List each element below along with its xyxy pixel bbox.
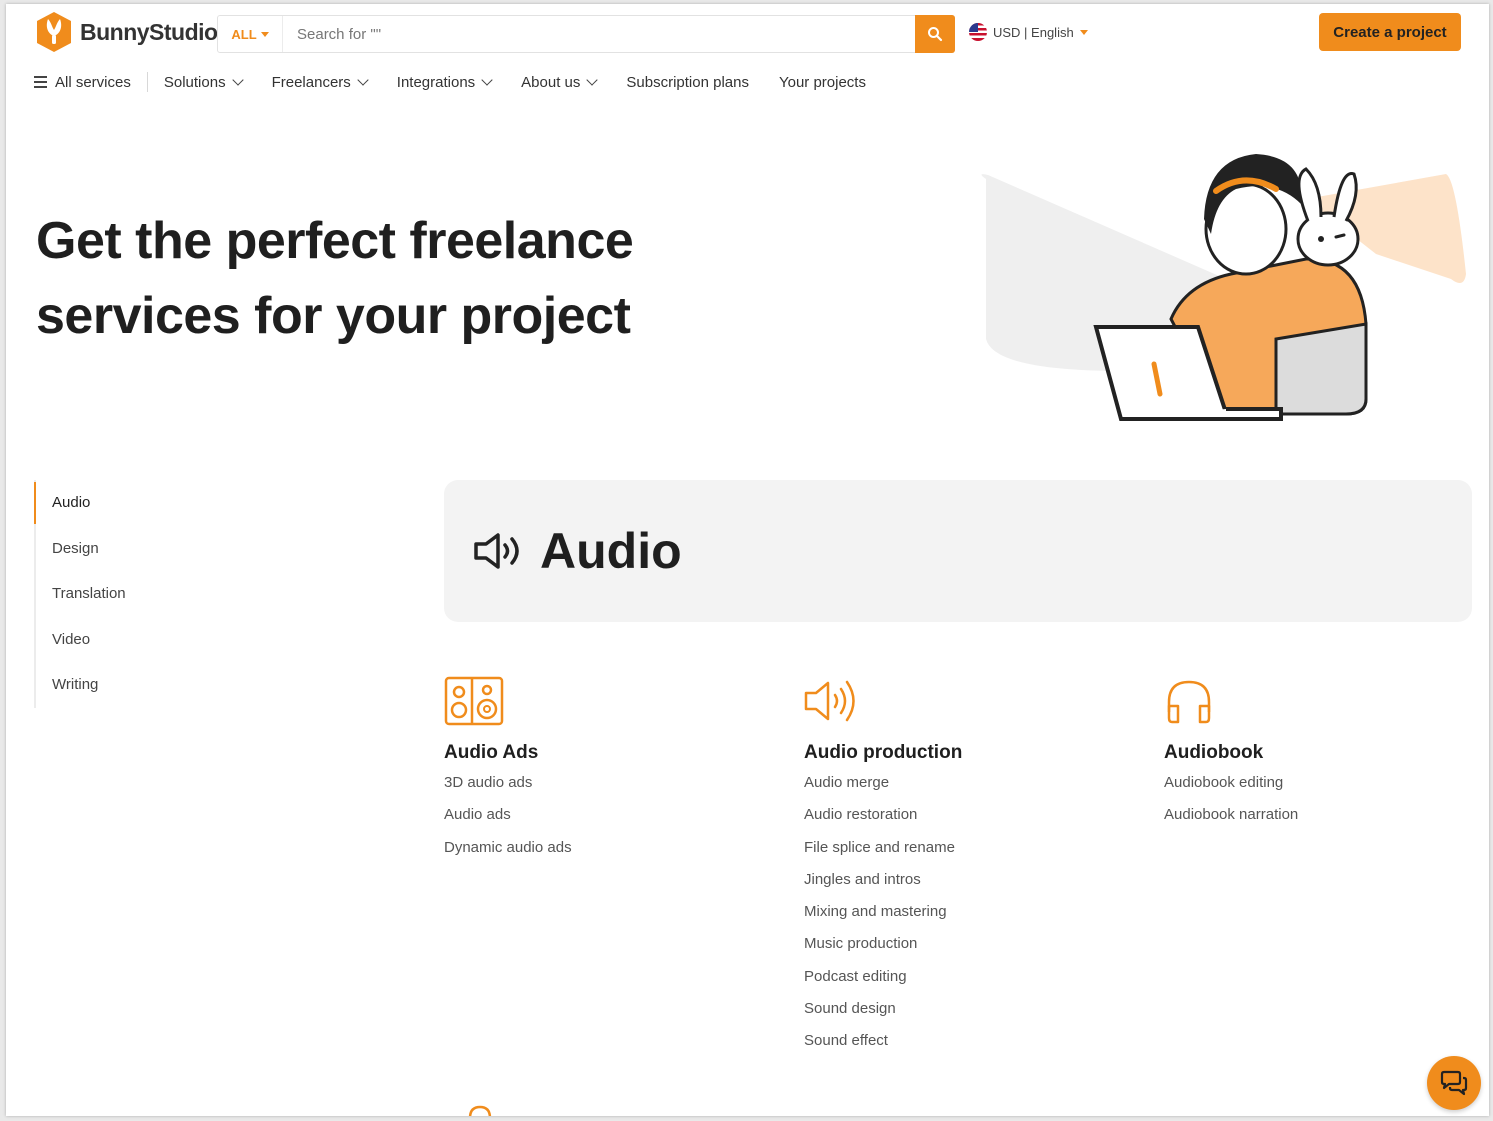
nav-solutions[interactable]: Solutions	[163, 73, 244, 91]
chevron-down-icon	[586, 74, 599, 86]
brand-logo[interactable]: BunnyStudio	[34, 10, 218, 54]
category-tabs: Audio Design Translation Video Writing	[34, 480, 126, 708]
service-group-title[interactable]: Audio production	[804, 739, 962, 767]
service-group-title[interactable]: Audio Ads	[444, 739, 572, 767]
locale-selector[interactable]: USD | English	[969, 23, 1088, 41]
hero-illustration	[981, 154, 1466, 421]
nav-your-projects-label: Your projects	[778, 73, 866, 91]
hero-heading-line-2: services for your project	[36, 287, 631, 345]
category-tab-audio[interactable]: Audio	[34, 480, 126, 526]
service-link[interactable]: Mixing and mastering	[804, 896, 962, 928]
service-link[interactable]: Audio merge	[804, 767, 962, 799]
search-icon	[928, 26, 943, 41]
service-group-title[interactable]: Audiobook	[1164, 739, 1298, 767]
chevron-down-icon	[357, 74, 369, 86]
banner-title: Audio	[540, 523, 682, 579]
nav-freelancers-label: Freelancers	[271, 73, 351, 91]
search-button[interactable]	[915, 14, 955, 53]
search-bar: ALL	[217, 14, 955, 53]
nav-all-services-label: All services	[55, 73, 131, 91]
create-project-button[interactable]: Create a project	[1319, 13, 1461, 51]
nav-freelancers[interactable]: Freelancers	[271, 73, 369, 91]
service-link[interactable]: File splice and rename	[804, 832, 962, 864]
chat-support-button[interactable]	[1427, 1056, 1481, 1110]
service-link[interactable]: Audiobook narration	[1164, 799, 1298, 831]
service-group-audio-ads: Audio Ads 3D audio ads Audio ads Dynamic…	[444, 676, 572, 864]
caret-down-icon	[260, 31, 269, 37]
hero-heading: Get the perfect freelance services for y…	[36, 204, 796, 354]
page: BunnyStudio ALL USD | English Create a p…	[6, 4, 1489, 1116]
category-tab-translation[interactable]: Translation	[36, 571, 126, 617]
service-link[interactable]: Audio restoration	[804, 799, 962, 831]
service-link[interactable]: Music production	[804, 928, 962, 960]
category-tab-writing[interactable]: Writing	[36, 662, 126, 708]
nav-about-us[interactable]: About us	[521, 73, 599, 91]
locale-label: USD | English	[993, 24, 1074, 40]
chevron-down-icon	[481, 74, 493, 86]
search-input[interactable]	[283, 24, 915, 44]
volume-icon	[474, 533, 519, 569]
service-group-audio-production: Audio production Audio merge Audio resto…	[804, 676, 962, 1058]
service-link[interactable]: 3D audio ads	[444, 767, 572, 799]
menu-icon	[34, 76, 47, 88]
service-link[interactable]: Jingles and intros	[804, 864, 962, 896]
service-link[interactable]: Sound design	[804, 993, 962, 1025]
nav-solutions-label: Solutions	[163, 73, 226, 91]
service-link[interactable]: Audiobook editing	[1164, 767, 1298, 799]
service-link[interactable]: Dynamic audio ads	[444, 832, 572, 864]
main-nav: All services Solutions Freelancers Integ…	[34, 70, 896, 94]
search-scope-label: ALL	[231, 26, 257, 42]
hero-heading-line-1: Get the perfect freelance	[36, 212, 634, 270]
us-flag-icon	[969, 23, 987, 41]
service-group-audiobook: Audiobook Audiobook editing Audiobook na…	[1164, 676, 1298, 832]
speaker-box-icon	[444, 676, 504, 726]
volume-icon	[804, 680, 855, 722]
nav-about-us-label: About us	[521, 73, 581, 91]
nav-integrations[interactable]: Integrations	[396, 73, 493, 91]
nav-subscription-plans-label: Subscription plans	[626, 73, 749, 91]
next-section-icon	[468, 1105, 492, 1116]
nav-all-services[interactable]: All services	[34, 74, 131, 91]
nav-your-projects[interactable]: Your projects	[779, 74, 866, 91]
chat-icon	[1440, 1070, 1468, 1096]
category-tab-video[interactable]: Video	[36, 617, 126, 663]
nav-integrations-label: Integrations	[396, 73, 476, 91]
category-banner: Audio	[444, 480, 1472, 622]
nav-divider	[146, 72, 148, 92]
service-link[interactable]: Sound effect	[804, 1025, 962, 1057]
bunny-logo-icon	[37, 12, 71, 52]
brand-name: BunnyStudio	[80, 18, 218, 45]
headphones-icon	[1167, 680, 1211, 724]
service-link[interactable]: Audio ads	[444, 799, 572, 831]
search-scope-dropdown[interactable]: ALL	[218, 16, 283, 52]
nav-subscription-plans[interactable]: Subscription plans	[626, 74, 749, 91]
caret-down-icon	[1079, 29, 1088, 35]
category-tab-design[interactable]: Design	[36, 526, 126, 572]
service-link[interactable]: Podcast editing	[804, 961, 962, 993]
chevron-down-icon	[231, 74, 244, 86]
